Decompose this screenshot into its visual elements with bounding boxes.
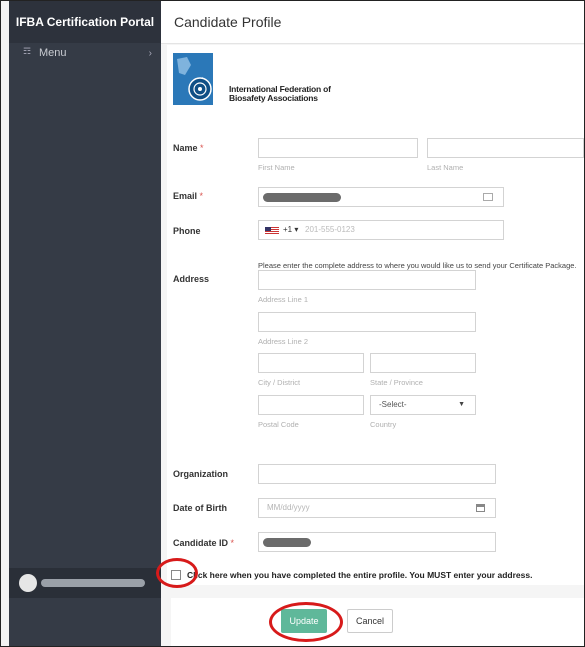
app-title: IFBA Certification Portal: [9, 1, 161, 43]
organization-input[interactable]: [258, 464, 496, 484]
city-hint: City / District: [258, 378, 301, 387]
address-line2-input[interactable]: [258, 312, 476, 332]
ifba-logo: [173, 53, 213, 105]
redacted-candidate-id: [263, 538, 311, 547]
sidebar-user[interactable]: [9, 568, 161, 598]
org-name: International Federation of Biosafety As…: [229, 85, 331, 103]
address-line1-hint: Address Line 1: [258, 295, 309, 304]
first-name-hint: First Name: [258, 163, 295, 172]
us-flag-icon[interactable]: [265, 227, 279, 235]
last-name-input[interactable]: [427, 138, 584, 158]
page-header: Candidate Profile: [161, 1, 584, 44]
last-name-hint: Last Name: [427, 163, 464, 172]
address-line2-hint: Address Line 2: [258, 337, 309, 346]
redacted-user-name: [41, 579, 145, 587]
profile-complete-text[interactable]: Click here when you have completed the e…: [187, 570, 532, 580]
name-label-text: Name: [173, 143, 198, 153]
address-line1-input[interactable]: [258, 270, 476, 290]
dob-label: Date of Birth: [173, 503, 227, 513]
avatar: [19, 574, 37, 592]
postal-code-hint: Postal Code: [258, 420, 299, 429]
first-name-input[interactable]: [258, 138, 418, 158]
organization-label: Organization: [173, 469, 229, 479]
email-input[interactable]: [258, 187, 504, 207]
state-input[interactable]: [370, 353, 476, 373]
phone-input[interactable]: +1 ▾ 201-555-0123: [258, 220, 504, 240]
sidebar-menu-label: Menu: [39, 47, 67, 59]
country-hint: Country: [370, 420, 397, 429]
candidate-id-input[interactable]: [258, 532, 496, 552]
app-window: IFBA Certification Portal ☶ Menu › Candi…: [0, 0, 585, 647]
chevron-right-icon: ›: [148, 48, 152, 59]
annotation-circle-checkbox: [156, 558, 198, 588]
city-input[interactable]: [258, 353, 364, 373]
email-label: Email *: [173, 191, 203, 201]
email-label-text: Email: [173, 191, 198, 201]
cancel-button[interactable]: Cancel: [347, 609, 393, 633]
sidebar-footer: [9, 598, 161, 646]
dob-input[interactable]: MM/dd/yyyy: [258, 498, 496, 518]
form-footer: Update Cancel: [171, 598, 584, 646]
profile-complete-row: Click here when you have completed the e…: [161, 567, 584, 587]
name-label: Name *: [173, 143, 204, 153]
candidate-id-label: Candidate ID *: [173, 538, 234, 548]
annotation-circle-update: [269, 602, 343, 642]
sidebar-menu-item[interactable]: ☶ Menu ›: [9, 43, 161, 65]
envelope-icon: [483, 193, 493, 201]
required-marker: *: [199, 191, 204, 201]
phone-label: Phone: [173, 226, 201, 236]
country-code-select[interactable]: +1 ▾: [283, 221, 298, 239]
dob-placeholder: MM/dd/yyyy: [267, 503, 310, 512]
candidate-id-label-text: Candidate ID: [173, 538, 229, 548]
caret-down-icon: ▼: [458, 401, 465, 408]
address-label: Address: [173, 274, 210, 284]
address-instructions: Please enter the complete address to whe…: [258, 261, 577, 270]
main-content: Candidate Profile International Federati…: [161, 1, 584, 646]
country-select[interactable]: -Select- ▼: [370, 395, 476, 415]
phone-placeholder: 201-555-0123: [305, 225, 355, 234]
state-hint: State / Province: [370, 378, 423, 387]
redacted-email: [263, 193, 341, 202]
required-marker: *: [200, 143, 204, 153]
country-select-value: -Select-: [379, 400, 407, 409]
page-title: Candidate Profile: [174, 14, 282, 30]
sidebar: IFBA Certification Portal ☶ Menu ›: [9, 1, 161, 646]
org-name-line2: Biosafety Associations: [229, 93, 318, 103]
profile-form-card: International Federation of Biosafety As…: [167, 45, 584, 585]
sitemap-icon: ☶: [23, 46, 32, 56]
postal-code-input[interactable]: [258, 395, 364, 415]
calendar-icon[interactable]: [476, 504, 485, 512]
required-marker: *: [230, 538, 235, 548]
